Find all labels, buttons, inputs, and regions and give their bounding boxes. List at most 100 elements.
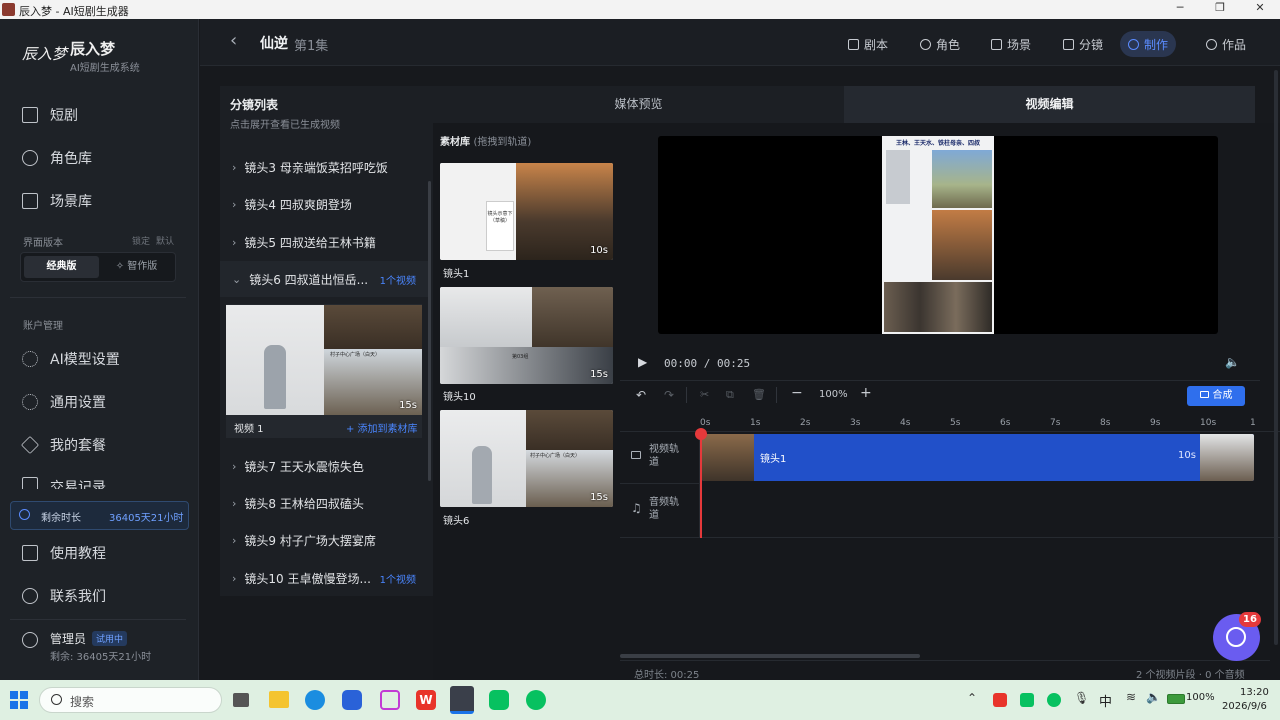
tick-label: 3s xyxy=(850,418,861,428)
preview-frame: 王林、王天水、铁柱母亲、四叔 xyxy=(882,136,994,334)
remaining-time-label: 剩余时长 xyxy=(41,513,81,524)
add-to-library-link[interactable]: + 添加到素材库 xyxy=(346,420,418,435)
taskbar-search[interactable]: 搜索 xyxy=(39,687,222,713)
cut-icon[interactable]: ✂ xyxy=(700,388,709,401)
volume-icon[interactable]: 🔈 xyxy=(1225,355,1240,369)
playhead[interactable] xyxy=(700,434,702,538)
shot-item[interactable]: › 镜头9 村子广场大摆宴席 xyxy=(220,522,428,558)
app-icon[interactable] xyxy=(342,690,362,710)
zoom-in-icon[interactable]: + xyxy=(860,385,872,401)
tab-script[interactable]: 剧本 xyxy=(840,31,896,57)
brand-subtitle: AI短剧生成系统 xyxy=(70,63,140,74)
close-icon[interactable]: ✕ xyxy=(1240,1,1280,18)
divider xyxy=(776,387,777,403)
tab-scene[interactable]: 场景 xyxy=(983,31,1039,57)
audio-track[interactable] xyxy=(700,484,1280,538)
microphone-icon[interactable]: 🎙 xyxy=(1074,691,1089,705)
shot-label: 镜头7 王天水震惊失色 xyxy=(244,459,364,474)
shot-item[interactable]: › 镜头4 四叔爽朗登场 xyxy=(220,186,428,222)
shot-item[interactable]: › 镜头5 四叔送给王林书籍 xyxy=(220,224,428,260)
ui-version-label: 界面版本 xyxy=(23,238,63,249)
nav-transactions[interactable]: 交易记录 xyxy=(22,477,106,489)
book-icon xyxy=(22,545,38,561)
clip-thumbnail xyxy=(702,434,754,481)
play-icon[interactable]: ▶ xyxy=(638,355,647,369)
nav-general-settings[interactable]: 通用设置 xyxy=(22,391,106,413)
shot-item[interactable]: › 镜头8 王林给四叔磕头 xyxy=(220,485,428,521)
battery-icon[interactable] xyxy=(1167,694,1185,704)
file-explorer-icon[interactable] xyxy=(269,691,289,708)
ui-version-lock[interactable]: 锁定 xyxy=(132,234,150,247)
edge-browser-icon[interactable] xyxy=(305,690,325,710)
ime-indicator[interactable]: 中 xyxy=(1099,691,1112,710)
active-app-icon[interactable] xyxy=(450,686,474,714)
character-sheet-image xyxy=(440,287,532,347)
clip-counts: 2 个视频片段 · 0 个音频 xyxy=(1136,670,1245,681)
nav-label: 角色库 xyxy=(50,151,92,167)
video-duration: 15s xyxy=(399,400,417,411)
timeline-scrollbar[interactable] xyxy=(620,654,920,658)
delete-icon[interactable]: 🗑 xyxy=(752,388,766,401)
video-preview[interactable]: 王林、王天水、铁柱母亲、四叔 xyxy=(658,136,1218,334)
shot-item[interactable]: › 镜头7 王天水震惊失色 xyxy=(220,448,428,484)
messenger-icon[interactable] xyxy=(489,690,509,710)
nav-tutorial[interactable]: 使用教程 xyxy=(22,542,106,564)
task-view-icon[interactable] xyxy=(233,693,249,707)
smart-version-button[interactable]: ✧ 智作版 xyxy=(99,256,174,278)
tab-production[interactable]: 制作 xyxy=(1120,31,1177,57)
nav-ai-model-settings[interactable]: AI模型设置 xyxy=(22,348,120,370)
zoom-out-icon[interactable]: − xyxy=(791,385,803,401)
back-button[interactable]: ‹ xyxy=(230,30,237,51)
nav-contact[interactable]: 联系我们 xyxy=(22,585,106,607)
nav-scene-library[interactable]: 场景库 xyxy=(22,190,92,212)
nav-my-package[interactable]: 我的套餐 xyxy=(20,434,106,456)
wechat-icon[interactable] xyxy=(526,690,546,710)
wifi-icon[interactable]: ≋ xyxy=(1126,690,1136,704)
tab-storyboard[interactable]: 分镜 xyxy=(1055,31,1111,57)
video-thumbnail[interactable]: 村子中心广场（白天） 15s xyxy=(226,305,422,415)
speaker-icon[interactable]: 🔈 xyxy=(1146,690,1161,704)
windows-start-icon[interactable] xyxy=(10,691,28,709)
snipping-tool-icon[interactable] xyxy=(380,690,400,710)
page-scrollbar[interactable] xyxy=(1274,70,1278,645)
ui-version-default[interactable]: 默认 xyxy=(156,234,174,247)
character-figure-image xyxy=(472,446,492,504)
library-item[interactable]: 镜头示意下（草稿） 10s xyxy=(440,163,613,260)
shot-item-expanded[interactable]: ⌄ 镜头6 四叔道出恒岳... 1个视频 xyxy=(220,261,428,297)
clock-time[interactable]: 13:20 xyxy=(1240,687,1269,698)
tab-works[interactable]: 作品 xyxy=(1198,31,1254,57)
playhead-handle[interactable] xyxy=(695,428,707,440)
library-item[interactable]: 第03组 15s xyxy=(440,287,613,384)
video-card[interactable]: 村子中心广场（白天） 15s 视频 1 + 添加到素材库 xyxy=(226,304,422,438)
nav-label: 使用教程 xyxy=(50,546,106,562)
tray-overflow-icon[interactable]: ⌃ xyxy=(967,691,977,705)
nav-drama[interactable]: 短剧 xyxy=(22,104,78,126)
minimize-icon[interactable]: ─ xyxy=(1160,1,1200,18)
trial-badge: 试用中 xyxy=(92,631,128,646)
chevron-right-icon: › xyxy=(232,235,237,249)
timeline-clip[interactable]: 镜头1 10s xyxy=(702,434,1254,481)
copy-icon[interactable]: ⧉ xyxy=(726,388,734,402)
shot-item[interactable]: › 镜头3 母亲端饭菜招呼吃饭 xyxy=(220,149,428,185)
maximize-icon[interactable]: ❐ xyxy=(1200,1,1240,18)
avatar[interactable] xyxy=(22,632,38,648)
chevron-right-icon: › xyxy=(232,571,237,585)
classic-version-button[interactable]: 经典版 xyxy=(24,256,99,278)
scene-image xyxy=(532,287,613,347)
tray-wechat-icon[interactable] xyxy=(1047,693,1061,707)
chat-fab[interactable]: 16 xyxy=(1213,612,1261,661)
shot-list-scrollbar[interactable] xyxy=(428,181,431,481)
shot-item[interactable]: › 镜头10 王卓傲慢登场... 1个视频 xyxy=(220,560,428,596)
tab-role[interactable]: 角色 xyxy=(912,31,968,57)
tray-app-icon[interactable] xyxy=(1020,693,1034,707)
library-item[interactable]: 村子中心广场（白天） 15s xyxy=(440,410,613,507)
nav-character-library[interactable]: 角色库 xyxy=(22,147,92,169)
undo-icon[interactable]: ↶ xyxy=(636,388,646,402)
clock-date[interactable]: 2026/9/6 xyxy=(1222,701,1267,712)
tab-video-edit[interactable]: 视频编辑 xyxy=(844,86,1255,123)
tray-app-icon[interactable] xyxy=(993,693,1007,707)
wps-icon[interactable]: W xyxy=(416,690,436,710)
compose-button[interactable]: 合成 xyxy=(1187,386,1245,406)
tab-media-preview[interactable]: 媒体预览 xyxy=(433,86,844,123)
redo-icon[interactable]: ↷ xyxy=(664,388,674,402)
